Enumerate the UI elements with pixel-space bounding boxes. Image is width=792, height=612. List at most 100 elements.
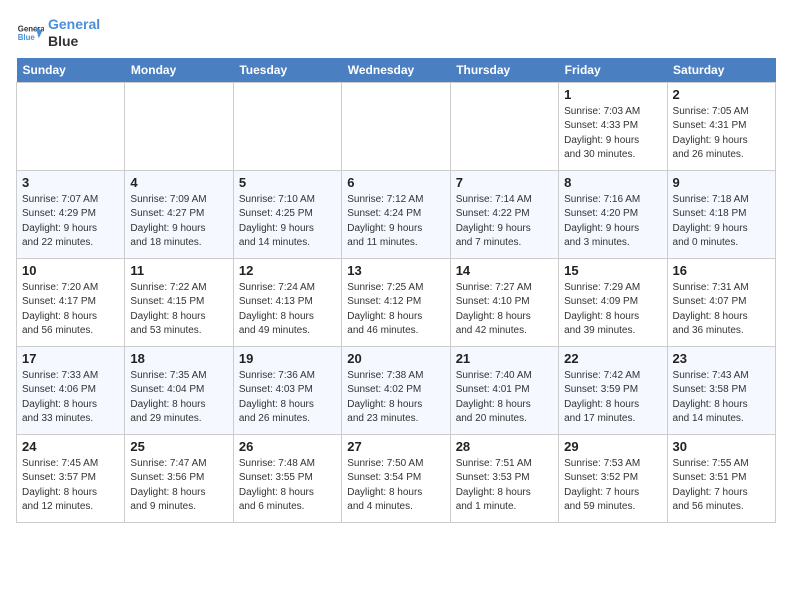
calendar-cell: 14Sunrise: 7:27 AM Sunset: 4:10 PM Dayli… bbox=[450, 258, 558, 346]
calendar-week-row: 3 Sunrise: 7:07 AM Sunset: 4:29 PM Daylig… bbox=[17, 170, 776, 258]
calendar-cell: 15 Sunrise: 7:29 AM Sunset: 4:09 PM Dayli… bbox=[559, 258, 667, 346]
calendar-cell: 25 Sunrise: 7:47 AM Sunset: 3:56 PM Dayli… bbox=[125, 434, 233, 522]
day-number: 19 bbox=[239, 351, 336, 366]
day-number: 8 bbox=[564, 175, 661, 190]
day-info: Sunrise: 7:24 AM Sunset: 4:13 PM Dayligh… bbox=[239, 281, 336, 339]
day-info: Sunrise: 7:36 AM Sunset: 4:03 PM Dayligh… bbox=[239, 369, 336, 427]
day-header-tuesday: Tuesday bbox=[233, 58, 341, 83]
svg-text:Blue: Blue bbox=[18, 33, 36, 42]
calendar-week-row: 24 Sunrise: 7:45 AM Sunset: 3:57 PM Dayli… bbox=[17, 434, 776, 522]
day-number: 10 bbox=[22, 263, 119, 278]
day-info: Sunrise: 7:33 AM Sunset: 4:06 PM Dayligh… bbox=[22, 369, 119, 427]
day-number: 1 bbox=[564, 87, 661, 102]
day-info: Sunrise: 7:29 AM Sunset: 4:09 PM Dayligh… bbox=[564, 281, 661, 339]
day-number: 25 bbox=[130, 439, 227, 454]
day-number: 30 bbox=[673, 439, 770, 454]
calendar-cell bbox=[17, 82, 125, 170]
day-info: Sunrise: 7:10 AM Sunset: 4:25 PM Dayligh… bbox=[239, 193, 336, 251]
day-info: Sunrise: 7:25 AM Sunset: 4:12 PM Dayligh… bbox=[347, 281, 444, 339]
calendar-cell: 6 Sunrise: 7:12 AM Sunset: 4:24 PM Daylig… bbox=[342, 170, 450, 258]
day-info: Sunrise: 7:31 AM Sunset: 4:07 PM Dayligh… bbox=[673, 281, 770, 339]
day-info: Sunrise: 7:14 AM Sunset: 4:22 PM Dayligh… bbox=[456, 193, 553, 251]
day-info: Sunrise: 7:22 AM Sunset: 4:15 PM Dayligh… bbox=[130, 281, 227, 339]
day-number: 12 bbox=[239, 263, 336, 278]
day-info: Sunrise: 7:12 AM Sunset: 4:24 PM Dayligh… bbox=[347, 193, 444, 251]
day-info: Sunrise: 7:43 AM Sunset: 3:58 PM Dayligh… bbox=[673, 369, 770, 427]
day-header-thursday: Thursday bbox=[450, 58, 558, 83]
day-info: Sunrise: 7:55 AM Sunset: 3:51 PM Dayligh… bbox=[673, 457, 770, 515]
calendar-cell: 28 Sunrise: 7:51 AM Sunset: 3:53 PM Dayli… bbox=[450, 434, 558, 522]
day-info: Sunrise: 7:27 AM Sunset: 4:10 PM Dayligh… bbox=[456, 281, 553, 339]
calendar-cell: 29 Sunrise: 7:53 AM Sunset: 3:52 PM Dayli… bbox=[559, 434, 667, 522]
day-number: 22 bbox=[564, 351, 661, 366]
day-header-friday: Friday bbox=[559, 58, 667, 83]
calendar-cell: 5 Sunrise: 7:10 AM Sunset: 4:25 PM Daylig… bbox=[233, 170, 341, 258]
calendar-cell: 3 Sunrise: 7:07 AM Sunset: 4:29 PM Daylig… bbox=[17, 170, 125, 258]
day-number: 23 bbox=[673, 351, 770, 366]
calendar-cell: 26 Sunrise: 7:48 AM Sunset: 3:55 PM Dayli… bbox=[233, 434, 341, 522]
calendar-week-row: 17 Sunrise: 7:33 AM Sunset: 4:06 PM Dayli… bbox=[17, 346, 776, 434]
day-number: 4 bbox=[130, 175, 227, 190]
day-header-sunday: Sunday bbox=[17, 58, 125, 83]
day-header-monday: Monday bbox=[125, 58, 233, 83]
day-number: 16 bbox=[673, 263, 770, 278]
day-info: Sunrise: 7:16 AM Sunset: 4:20 PM Dayligh… bbox=[564, 193, 661, 251]
day-info: Sunrise: 7:53 AM Sunset: 3:52 PM Dayligh… bbox=[564, 457, 661, 515]
calendar-cell: 12 Sunrise: 7:24 AM Sunset: 4:13 PM Dayli… bbox=[233, 258, 341, 346]
day-info: Sunrise: 7:09 AM Sunset: 4:27 PM Dayligh… bbox=[130, 193, 227, 251]
day-number: 11 bbox=[130, 263, 227, 278]
day-number: 27 bbox=[347, 439, 444, 454]
calendar-cell: 7 Sunrise: 7:14 AM Sunset: 4:22 PM Daylig… bbox=[450, 170, 558, 258]
day-info: Sunrise: 7:18 AM Sunset: 4:18 PM Dayligh… bbox=[673, 193, 770, 251]
day-number: 20 bbox=[347, 351, 444, 366]
calendar-cell: 8 Sunrise: 7:16 AM Sunset: 4:20 PM Daylig… bbox=[559, 170, 667, 258]
day-number: 13 bbox=[347, 263, 444, 278]
day-info: Sunrise: 7:42 AM Sunset: 3:59 PM Dayligh… bbox=[564, 369, 661, 427]
day-number: 24 bbox=[22, 439, 119, 454]
day-info: Sunrise: 7:47 AM Sunset: 3:56 PM Dayligh… bbox=[130, 457, 227, 515]
day-info: Sunrise: 7:07 AM Sunset: 4:29 PM Dayligh… bbox=[22, 193, 119, 251]
day-number: 2 bbox=[673, 87, 770, 102]
calendar-cell: 18Sunrise: 7:35 AM Sunset: 4:04 PM Dayli… bbox=[125, 346, 233, 434]
day-info: Sunrise: 7:45 AM Sunset: 3:57 PM Dayligh… bbox=[22, 457, 119, 515]
calendar-cell: 20Sunrise: 7:38 AM Sunset: 4:02 PM Dayli… bbox=[342, 346, 450, 434]
calendar-table: SundayMondayTuesdayWednesdayThursdayFrid… bbox=[16, 58, 776, 523]
calendar-week-row: 1 Sunrise: 7:03 AM Sunset: 4:33 PM Daylig… bbox=[17, 82, 776, 170]
day-number: 21 bbox=[456, 351, 553, 366]
day-number: 9 bbox=[673, 175, 770, 190]
calendar-cell bbox=[342, 82, 450, 170]
calendar-cell: 13 Sunrise: 7:25 AM Sunset: 4:12 PM Dayli… bbox=[342, 258, 450, 346]
calendar-cell: 9 Sunrise: 7:18 AM Sunset: 4:18 PM Daylig… bbox=[667, 170, 775, 258]
calendar-cell: 19 Sunrise: 7:36 AM Sunset: 4:03 PM Dayli… bbox=[233, 346, 341, 434]
calendar-header-row: SundayMondayTuesdayWednesdayThursdayFrid… bbox=[17, 58, 776, 83]
header: General Blue GeneralBlue bbox=[16, 16, 776, 50]
day-info: Sunrise: 7:48 AM Sunset: 3:55 PM Dayligh… bbox=[239, 457, 336, 515]
day-info: Sunrise: 7:05 AM Sunset: 4:31 PM Dayligh… bbox=[673, 105, 770, 163]
calendar-cell: 16 Sunrise: 7:31 AM Sunset: 4:07 PM Dayli… bbox=[667, 258, 775, 346]
day-info: Sunrise: 7:03 AM Sunset: 4:33 PM Dayligh… bbox=[564, 105, 661, 163]
day-number: 29 bbox=[564, 439, 661, 454]
calendar-cell: 1 Sunrise: 7:03 AM Sunset: 4:33 PM Daylig… bbox=[559, 82, 667, 170]
day-number: 3 bbox=[22, 175, 119, 190]
day-number: 28 bbox=[456, 439, 553, 454]
day-header-wednesday: Wednesday bbox=[342, 58, 450, 83]
calendar-cell: 22 Sunrise: 7:42 AM Sunset: 3:59 PM Dayli… bbox=[559, 346, 667, 434]
day-number: 6 bbox=[347, 175, 444, 190]
day-number: 5 bbox=[239, 175, 336, 190]
calendar-cell bbox=[450, 82, 558, 170]
day-number: 15 bbox=[564, 263, 661, 278]
logo-text: GeneralBlue bbox=[48, 16, 100, 50]
day-header-saturday: Saturday bbox=[667, 58, 775, 83]
calendar-cell: 11 Sunrise: 7:22 AM Sunset: 4:15 PM Dayli… bbox=[125, 258, 233, 346]
calendar-cell bbox=[233, 82, 341, 170]
calendar-cell: 17 Sunrise: 7:33 AM Sunset: 4:06 PM Dayli… bbox=[17, 346, 125, 434]
day-number: 17 bbox=[22, 351, 119, 366]
calendar-cell: 30 Sunrise: 7:55 AM Sunset: 3:51 PM Dayli… bbox=[667, 434, 775, 522]
calendar-cell: 2 Sunrise: 7:05 AM Sunset: 4:31 PM Daylig… bbox=[667, 82, 775, 170]
calendar-cell: 27Sunrise: 7:50 AM Sunset: 3:54 PM Dayli… bbox=[342, 434, 450, 522]
day-number: 7 bbox=[456, 175, 553, 190]
day-number: 26 bbox=[239, 439, 336, 454]
day-info: Sunrise: 7:51 AM Sunset: 3:53 PM Dayligh… bbox=[456, 457, 553, 515]
logo: General Blue GeneralBlue bbox=[16, 16, 100, 50]
calendar-week-row: 10Sunrise: 7:20 AM Sunset: 4:17 PM Dayli… bbox=[17, 258, 776, 346]
